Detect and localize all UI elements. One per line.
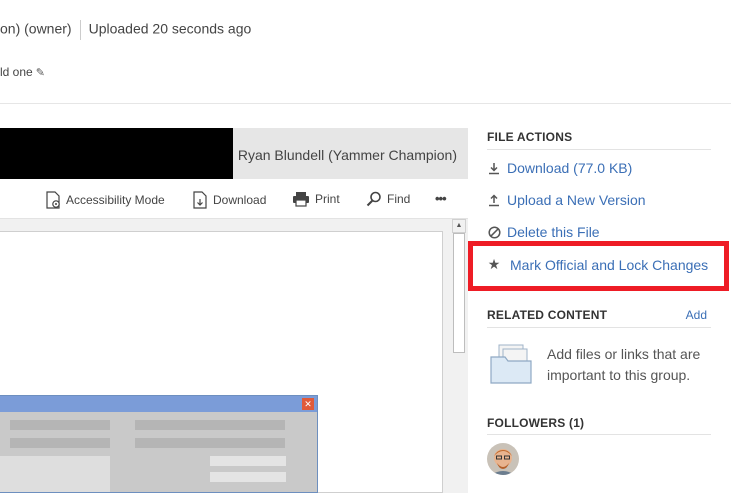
scroll-thumb[interactable] bbox=[453, 233, 465, 353]
download-action-label: Download (77.0 KB) bbox=[507, 160, 633, 176]
related-empty-text: Add files or links that are important to… bbox=[547, 346, 701, 383]
download-action[interactable]: Download (77.0 KB) bbox=[487, 160, 632, 176]
owner-name[interactable]: Ryan Blundell (Yammer Champion) bbox=[238, 147, 457, 163]
owner-text[interactable]: on) (owner) bbox=[0, 21, 72, 37]
file-meta-line: on) (owner) Uploaded 20 seconds ago bbox=[0, 20, 251, 40]
magnifier-icon bbox=[366, 191, 382, 207]
followers-title: FOLLOWERS (1) bbox=[487, 416, 585, 430]
file-preview: Ryan Blundell (Yammer Champion) Accessib… bbox=[0, 128, 468, 493]
meta-separator bbox=[79, 20, 81, 40]
uploaded-text: Uploaded 20 seconds ago bbox=[88, 20, 252, 37]
delete-file-action[interactable]: Delete this File bbox=[487, 224, 600, 240]
preview-toolbar: Accessibility Mode Download Print Find •… bbox=[0, 179, 468, 219]
redacted-block bbox=[0, 128, 233, 179]
toolbar-print-button[interactable]: Print bbox=[292, 191, 340, 207]
followers-rule bbox=[487, 434, 711, 435]
printer-icon bbox=[292, 191, 310, 207]
accessibility-mode-button[interactable]: Accessibility Mode bbox=[45, 191, 165, 209]
highlight-box bbox=[468, 241, 729, 291]
toolbar-download-button[interactable]: Download bbox=[192, 191, 266, 209]
embedded-titlebar bbox=[0, 396, 317, 412]
viewer-scrollbar[interactable]: ▲ bbox=[452, 219, 466, 493]
find-label: Find bbox=[387, 192, 411, 206]
embedded-field bbox=[10, 420, 110, 430]
download-label: Download bbox=[213, 193, 267, 207]
related-content-title: RELATED CONTENT bbox=[487, 308, 608, 322]
file-description[interactable]: ld one ✎ bbox=[0, 65, 45, 79]
embedded-field bbox=[135, 438, 285, 448]
prohibited-icon bbox=[487, 225, 501, 239]
upload-action-label: Upload a New Version bbox=[507, 192, 646, 208]
upload-new-version-action[interactable]: Upload a New Version bbox=[487, 192, 646, 208]
upload-arrow-icon bbox=[487, 193, 501, 207]
header-divider bbox=[0, 103, 731, 104]
embedded-field bbox=[10, 438, 110, 448]
embedded-panel bbox=[0, 456, 110, 492]
scroll-up-icon[interactable]: ▲ bbox=[452, 219, 466, 233]
related-content-rule bbox=[487, 327, 711, 328]
pencil-icon[interactable]: ✎ bbox=[36, 67, 45, 79]
toolbar-find-button[interactable]: Find bbox=[366, 191, 410, 207]
accessibility-icon bbox=[45, 191, 61, 209]
file-actions-title: FILE ACTIONS bbox=[487, 130, 573, 144]
description-text: ld one bbox=[0, 65, 33, 79]
folder-files-icon bbox=[489, 343, 533, 390]
file-actions-rule bbox=[487, 149, 711, 150]
more-options-button[interactable]: ••• bbox=[435, 191, 447, 206]
embedded-field bbox=[210, 472, 286, 482]
follower-avatar[interactable] bbox=[487, 443, 519, 475]
related-add-link[interactable]: Add bbox=[686, 308, 707, 322]
embedded-screenshot: ✕ bbox=[0, 395, 318, 493]
embedded-field bbox=[135, 420, 285, 430]
more-options-icon: ••• bbox=[435, 191, 447, 206]
delete-action-label: Delete this File bbox=[507, 224, 600, 240]
embedded-field bbox=[210, 456, 286, 466]
owner-bar: Ryan Blundell (Yammer Champion) bbox=[0, 128, 468, 179]
accessibility-label: Accessibility Mode bbox=[66, 193, 165, 207]
print-label: Print bbox=[315, 192, 340, 206]
download-arrow-icon bbox=[487, 162, 501, 175]
document-download-icon bbox=[192, 191, 208, 209]
embedded-close-icon: ✕ bbox=[302, 398, 314, 410]
